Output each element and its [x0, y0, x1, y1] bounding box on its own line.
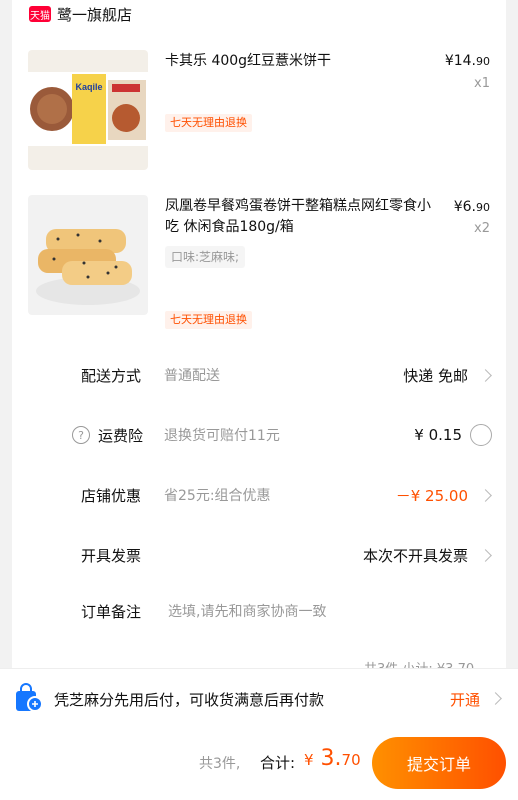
item-count: 共3件,	[199, 756, 241, 772]
credit-text: 凭芝麻分先用后付，可收货满意后再付款	[54, 691, 325, 709]
delivery-value: 快递 免邮	[403, 366, 468, 385]
note-input[interactable]: 选填,请先和商家协商一致	[168, 601, 326, 621]
delivery-row[interactable]: 配送方式 普通配送 快递 免邮	[12, 355, 506, 395]
product-image: Kaqile	[28, 50, 148, 170]
insurance-value: ¥ 0.15	[414, 426, 462, 444]
credit-pay-bar[interactable]: 凭芝麻分先用后付，可收货满意后再付款 开通	[0, 668, 518, 727]
submit-order-button[interactable]: 提交订单	[372, 737, 506, 789]
product-title: 凤凰卷早餐鸡蛋卷饼干整箱糕点网红零食小吃 休闲食品180g/箱	[165, 198, 431, 235]
bag-icon	[16, 683, 43, 712]
chevron-right-icon	[479, 488, 492, 502]
discount-value: －¥ 25.00	[395, 486, 468, 505]
chevron-right-icon	[479, 368, 492, 382]
invoice-row[interactable]: 开具发票 本次不开具发票	[12, 535, 506, 575]
chevron-right-icon	[489, 692, 502, 705]
product-price: ¥6.90	[453, 199, 490, 215]
discount-row[interactable]: 店铺优惠 省25元:组合优惠 －¥ 25.00	[12, 475, 506, 515]
product-brand: Kaqile	[75, 82, 102, 92]
note-row[interactable]: 订单备注 选填,请先和商家协商一致	[12, 591, 506, 631]
credit-open-link[interactable]: 开通	[450, 689, 480, 710]
discount-label: 店铺优惠	[81, 486, 142, 505]
product-sku: 口味:芝麻味;	[165, 246, 246, 268]
insurance-desc: 退换货可赔付11元	[164, 428, 280, 444]
product-quantity: x2	[474, 221, 490, 236]
discount-desc: 省25元:组合优惠	[164, 488, 271, 504]
insurance-row[interactable]: ? 运费险 退换货可赔付11元 ¥ 0.15	[12, 415, 506, 455]
note-label: 订单备注	[81, 602, 142, 621]
invoice-label: 开具发票	[81, 546, 142, 565]
product-image	[28, 195, 148, 315]
checkout-bar: 共3件, 合计: ¥ 3.70 提交订单	[0, 726, 518, 800]
product-quantity: x1	[474, 76, 490, 91]
delivery-label: 配送方式	[81, 366, 142, 385]
total-label: 合计:	[260, 754, 296, 772]
delivery-desc: 普通配送	[164, 368, 220, 384]
radio-icon[interactable]	[470, 424, 492, 446]
return-policy-badge: 七天无理由退换	[165, 311, 252, 329]
total-amount: ¥ 3.70	[304, 746, 361, 771]
invoice-value: 本次不开具发票	[362, 546, 468, 565]
store-header[interactable]: 天猫 鹭一旗舰店	[29, 3, 132, 25]
product-price: ¥14.90	[444, 53, 490, 69]
store-name: 鹭一旗舰店	[57, 5, 133, 24]
product-title: 卡其乐 400g红豆薏米饼干	[165, 53, 332, 69]
insurance-label: 运费险	[98, 426, 144, 445]
order-card: 天猫 鹭一旗舰店 Kaqile 卡其乐 400g红豆薏米饼干 ¥14.90 x1…	[12, 0, 506, 700]
tmall-logo-icon: 天猫	[29, 6, 51, 22]
return-policy-badge: 七天无理由退换	[165, 114, 252, 132]
chevron-right-icon	[479, 548, 492, 562]
help-icon[interactable]: ?	[72, 426, 90, 444]
